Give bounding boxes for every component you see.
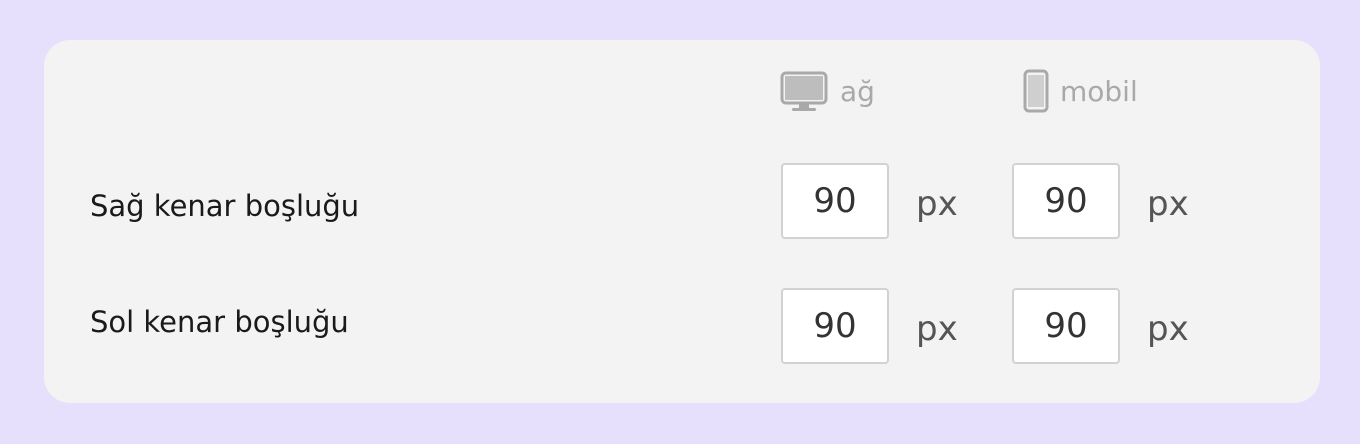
column-header-desktop-label: ağ — [840, 74, 875, 108]
margin-settings-panel: ağ mobil Sağ kenar boşluğu px px Sol ken… — [44, 40, 1320, 403]
right-margin-mobile-unit: px — [1147, 184, 1189, 224]
left-margin-mobile-input[interactable] — [1012, 288, 1120, 364]
left-margin-mobile-unit: px — [1147, 309, 1189, 349]
right-margin-label: Sağ kenar boşluğu — [90, 189, 360, 223]
mobile-phone-icon — [1022, 69, 1050, 113]
column-header-desktop: ağ — [780, 70, 875, 112]
right-margin-desktop-input[interactable] — [781, 163, 889, 239]
left-margin-label: Sol kenar boşluğu — [90, 305, 349, 339]
desktop-monitor-icon — [780, 70, 828, 112]
right-margin-desktop-unit: px — [916, 184, 958, 224]
left-margin-desktop-input[interactable] — [781, 288, 889, 364]
left-margin-desktop-unit: px — [916, 309, 958, 349]
column-header-mobile-label: mobil — [1060, 74, 1138, 108]
right-margin-mobile-input[interactable] — [1012, 163, 1120, 239]
column-header-mobile: mobil — [1022, 69, 1138, 113]
